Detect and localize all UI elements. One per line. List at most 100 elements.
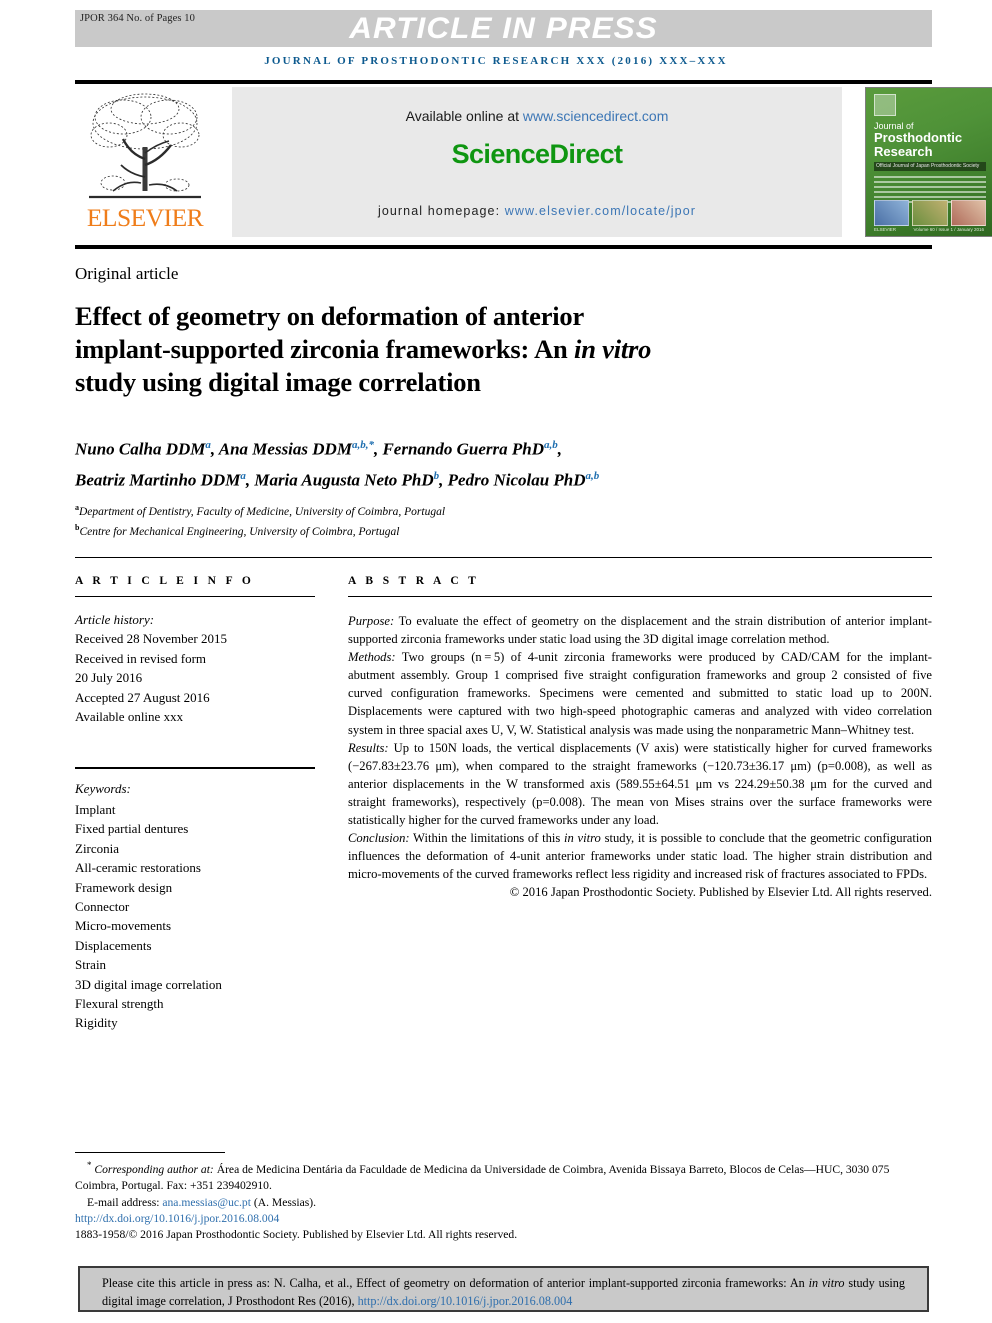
abstract-purpose-label: Purpose: (348, 614, 395, 628)
abstract-conclusion-label: Conclusion: (348, 831, 410, 846)
article-info-heading: A R T I C L E I N F O (75, 575, 255, 587)
cover-footer: ELSEVIER Volume 60 / Issue 1 / January 2… (874, 227, 984, 232)
abstract-conclusion-italic: in vitro (564, 831, 601, 846)
article-in-press-bar: ARTICLE IN PRESS (75, 10, 932, 47)
sciencedirect-logo: ScienceDirect (451, 139, 623, 169)
abstract-purpose-text: To evaluate the effect of geometry on th… (348, 614, 932, 647)
please-cite-box: Please cite this article in press as: N.… (78, 1266, 929, 1312)
title-line-1: Effect of geometry on deformation of ant… (75, 301, 585, 331)
sciencedirect-panel: Available online at www.sciencedirect.co… (232, 87, 842, 237)
author-affil-marker: a (240, 469, 246, 482)
author-affil-marker: a,b (544, 439, 558, 451)
email-note: E-mail address: ana.messias@uc.pt (A. Me… (75, 1195, 932, 1211)
keyword-item: Displacements (75, 937, 152, 953)
elsevier-logo: ELSEVIER (75, 85, 215, 240)
history-item: Available online xxx (75, 709, 184, 725)
abstract-results-label: Results: (348, 740, 389, 755)
history-item: Accepted 27 August 2016 (75, 689, 210, 705)
journal-cover-thumbnail: Journal of Prosthodontic Research Officia… (865, 87, 992, 237)
journal-homepage-line: journal homepage: www.elsevier.com/locat… (232, 204, 842, 218)
author-affil-marker: a,b (585, 469, 600, 482)
elsevier-tree-icon (83, 87, 207, 205)
author-affil-marker: a (205, 439, 211, 451)
author-name: Beatriz Martinho DDM (75, 470, 241, 490)
manuscript-code-label: JPOR 364 No. of Pages 10 (80, 13, 195, 24)
author-affil-marker: a,b,* (351, 439, 374, 451)
email-owner: (A. Messias). (250, 1195, 316, 1209)
abstract-conclusion: Conclusion: Within the limitations of th… (348, 829, 932, 883)
title-line-2-prefix: implant-supported zirconia frameworks: A… (75, 334, 575, 364)
abstract-heading: A B S T R A C T (348, 575, 480, 587)
cover-society-band: Official Journal of Japan Prosthodontic … (874, 162, 986, 171)
abstract-rule (348, 596, 932, 597)
affiliation-text: Department of Dentistry, Faculty of Medi… (79, 505, 446, 518)
cover-footer-left: ELSEVIER (874, 227, 897, 232)
abstract-body: Purpose: To evaluate the effect of geome… (348, 612, 932, 902)
author-name: Nuno Calha DDM (75, 439, 206, 459)
available-online-line: Available online at www.sciencedirect.co… (232, 108, 842, 124)
article-info-column: A R T I C L E I N F O (75, 575, 315, 597)
corresponding-marker-icon: * (87, 1160, 92, 1170)
history-item: Received in revised form (75, 650, 207, 666)
cover-footer-right: Volume 60 / Issue 1 / January 2016 (913, 227, 984, 232)
keyword-item: Framework design (75, 879, 173, 895)
article-info-rule (75, 596, 315, 597)
cite-text-part1: Please cite this article in press as: N.… (102, 1276, 809, 1290)
keyword-item: Connector (75, 899, 130, 915)
cover-title-line2: Prosthodontic Research (874, 130, 963, 159)
cite-doi-link[interactable]: http://dx.doi.org/10.1016/j.jpor.2016.08… (358, 1294, 573, 1308)
abstract-purpose: Purpose: To evaluate the effect of geome… (348, 612, 932, 648)
article-history-block: Article history: Received 28 November 20… (75, 610, 315, 726)
sciencedirect-banner: ELSEVIER Available online at www.science… (75, 85, 992, 240)
cover-image-strip (874, 200, 986, 226)
sciencedirect-url-link[interactable]: www.sciencedirect.com (523, 108, 669, 124)
keyword-item: Zirconia (75, 840, 120, 856)
cover-thumb-2 (912, 200, 948, 226)
author-name: Ana Messias DDM (218, 439, 352, 459)
keyword-item: Implant (75, 802, 116, 817)
cite-italic: in vitro (808, 1276, 845, 1290)
footnote-block: * Corresponding author at: Área de Medic… (75, 1157, 932, 1244)
please-cite-text: Please cite this article in press as: N.… (80, 1268, 927, 1310)
history-item: Received 28 November 2015 (75, 631, 227, 647)
email-label: E-mail address: (87, 1195, 160, 1209)
banner-bottom-rule (75, 245, 932, 249)
cover-elsevier-mark-icon (874, 94, 896, 116)
journal-citation-line: JOURNAL OF PROSTHODONTIC RESEARCH XXX (2… (264, 55, 728, 67)
history-item: 20 July 2016 (75, 670, 143, 686)
keywords-list: Implant Fixed partial dentures Zirconia … (75, 800, 315, 1033)
available-online-prefix: Available online at (405, 108, 523, 124)
article-type-label: Original article (75, 264, 179, 283)
affiliation-list: aDepartment of Dentistry, Faculty of Med… (75, 500, 775, 541)
cover-society-text: Official Journal of Japan Prosthodontic … (876, 163, 980, 169)
author-name: Maria Augusta Neto PhD (254, 470, 434, 490)
cover-thumb-1 (874, 200, 910, 226)
keyword-item: Micro-movements (75, 918, 172, 934)
abstract-methods-text: Two groups (n = 5) of 4-unit zirconia fr… (348, 650, 932, 737)
title-line-2-italic: in vitro (574, 334, 652, 364)
abstract-conclusion-text-a: Within the limitations of this (409, 831, 565, 846)
issn-copyright-line: 1883-1958/© 2016 Japan Prosthodontic Soc… (75, 1228, 518, 1242)
abstract-results: Results: Up to 150N loads, the vertical … (348, 739, 932, 829)
cover-thumb-3 (950, 200, 986, 226)
banner-top-rule (75, 80, 932, 84)
keywords-label: Keywords: (75, 781, 131, 796)
article-first-page: ARTICLE IN PRESS JPOR 364 No. of Pages 1… (0, 0, 992, 1323)
affiliation-text: Centre for Mechanical Engineering, Unive… (79, 526, 400, 539)
abstract-copyright: © 2016 Japan Prosthodontic Society. Publ… (509, 885, 932, 900)
corresponding-author-note: * Corresponding author at: Área de Medic… (75, 1157, 932, 1195)
article-history-label: Article history: (75, 612, 155, 627)
doi-link[interactable]: http://dx.doi.org/10.1016/j.jpor.2016.08… (75, 1211, 932, 1227)
keyword-item: Rigidity (75, 1015, 118, 1031)
footnote-rule (75, 1152, 225, 1153)
abstract-results-text: Up to 150N loads, the vertical displacem… (348, 740, 932, 828)
page-title: Effect of geometry on deformation of ant… (75, 300, 775, 399)
email-link[interactable]: ana.messias@uc.pt (162, 1196, 251, 1209)
title-line-3: study using digital image correlation (75, 367, 481, 397)
journal-homepage-prefix: journal homepage: (377, 204, 505, 218)
elsevier-wordmark: ELSEVIER (86, 205, 204, 232)
head-separator-rule (75, 557, 932, 558)
journal-homepage-link[interactable]: www.elsevier.com/locate/jpor (505, 204, 696, 218)
corresponding-author-label: Corresponding author at: (94, 1162, 214, 1176)
abstract-methods: Methods: Two groups (n = 5) of 4-unit zi… (348, 648, 932, 738)
